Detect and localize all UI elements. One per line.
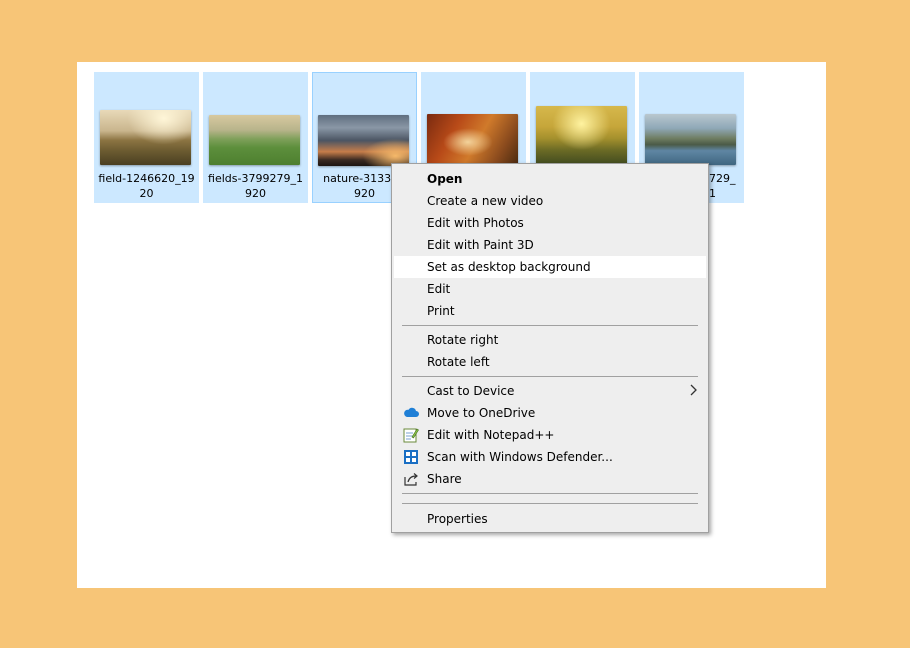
notepad-plus-plus-icon xyxy=(403,427,419,443)
menu-item-label: Properties xyxy=(427,512,488,526)
menu-item-label: Open xyxy=(427,172,463,186)
menu-item-label: Move to OneDrive xyxy=(427,406,536,420)
menu-item-label: Set as desktop background xyxy=(427,260,591,274)
menu-item-create-video[interactable]: Create a new video xyxy=(394,190,706,212)
image-thumbnail xyxy=(209,115,300,165)
menu-item-move-to-onedrive[interactable]: Move to OneDrive xyxy=(394,402,706,424)
file-item-fields-3799279[interactable]: fields-3799279_1920 xyxy=(203,72,308,203)
menu-item-label: Share xyxy=(427,472,462,486)
menu-item-label: Rotate left xyxy=(427,355,490,369)
menu-item-label: Scan with Windows Defender... xyxy=(427,450,613,464)
file-name: fields-3799279_1920 xyxy=(208,172,303,200)
file-name: 729_1 xyxy=(709,172,736,200)
menu-item-label: Print xyxy=(427,304,455,318)
menu-item-label: Edit with Notepad++ xyxy=(427,428,555,442)
menu-item-set-desktop-background[interactable]: Set as desktop background xyxy=(394,256,706,278)
share-icon xyxy=(403,471,419,487)
cloud-icon xyxy=(403,405,419,421)
menu-item-label: Edit with Photos xyxy=(427,216,524,230)
menu-item-edit-notepadpp[interactable]: Edit with Notepad++ xyxy=(394,424,706,446)
windows-defender-icon xyxy=(403,449,419,465)
menu-item-cast-to-device[interactable]: Cast to Device xyxy=(394,380,706,402)
menu-item-rotate-left[interactable]: Rotate left xyxy=(394,351,706,373)
menu-item-edit-photos[interactable]: Edit with Photos xyxy=(394,212,706,234)
menu-separator xyxy=(402,325,698,326)
image-thumbnail xyxy=(100,110,191,165)
menu-item-share[interactable]: Share xyxy=(394,468,706,490)
menu-item-open[interactable]: Open xyxy=(394,168,706,190)
menu-separator xyxy=(402,503,698,504)
image-thumbnail xyxy=(536,106,627,165)
image-thumbnail xyxy=(645,114,736,165)
menu-item-rotate-right[interactable]: Rotate right xyxy=(394,329,706,351)
menu-item-edit-paint3d[interactable]: Edit with Paint 3D xyxy=(394,234,706,256)
menu-item-label: Edit with Paint 3D xyxy=(427,238,534,252)
menu-separator xyxy=(402,493,698,494)
menu-item-label: Rotate right xyxy=(427,333,499,347)
menu-item-label: Edit xyxy=(427,282,451,296)
menu-separator xyxy=(402,376,698,377)
menu-item-edit[interactable]: Edit xyxy=(394,278,706,300)
menu-item-label: Create a new video xyxy=(427,194,544,208)
menu-item-print[interactable]: Print xyxy=(394,300,706,322)
image-thumbnail xyxy=(427,114,518,165)
file-name: field-1246620_1920 xyxy=(98,172,195,200)
file-item-field-1246620[interactable]: field-1246620_1920 xyxy=(94,72,199,203)
chevron-right-icon xyxy=(690,384,698,400)
menu-item-label: Cast to Device xyxy=(427,384,515,398)
context-menu: Open Create a new video Edit with Photos… xyxy=(391,163,709,533)
menu-item-properties[interactable]: Properties xyxy=(394,508,706,530)
image-thumbnail xyxy=(318,115,409,166)
menu-item-scan-defender[interactable]: Scan with Windows Defender... xyxy=(394,446,706,468)
